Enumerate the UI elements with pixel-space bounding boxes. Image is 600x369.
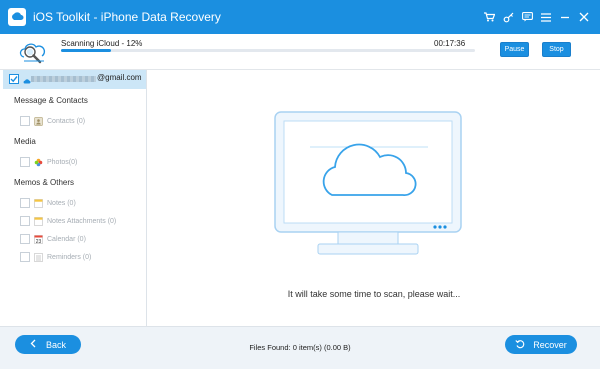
sidebar-item-calendar[interactable]: 23 Calendar (0) <box>20 233 86 245</box>
notes-checkbox[interactable] <box>20 198 30 208</box>
sidebar-item-label: Calendar (0) <box>47 235 86 243</box>
main-panel: It will take some time to scan, please w… <box>148 70 600 326</box>
cart-icon[interactable] <box>481 9 497 25</box>
calendar-checkbox[interactable] <box>20 234 30 244</box>
reminders-checkbox[interactable] <box>20 252 30 262</box>
key-icon[interactable] <box>500 9 516 25</box>
menu-icon[interactable] <box>538 9 554 25</box>
calendar-icon: 23 <box>34 234 43 245</box>
sidebar-item-contacts[interactable]: Contacts (0) <box>20 115 85 127</box>
reminders-icon <box>34 252 43 262</box>
account-checkbox[interactable] <box>9 74 19 84</box>
scan-wait-message: It will take some time to scan, please w… <box>287 289 461 299</box>
contacts-checkbox[interactable] <box>20 116 30 126</box>
cloud-scan-icon <box>18 37 48 67</box>
notes-icon <box>34 198 43 208</box>
sidebar-item-label: Notes Attachments (0) <box>47 217 117 225</box>
group-label-message-contacts: Message & Contacts <box>14 96 88 105</box>
stop-button[interactable]: Stop <box>542 42 571 57</box>
notes-attachments-icon <box>34 216 43 226</box>
account-email: @gmail.com <box>97 73 142 82</box>
recover-icon <box>515 339 525 351</box>
sidebar-item-notes-attachments[interactable]: Notes Attachments (0) <box>20 215 116 227</box>
photos-checkbox[interactable] <box>20 157 30 167</box>
sidebar-item-reminders[interactable]: Reminders (0) <box>20 251 91 263</box>
scan-progress-area: Scanning iCloud - 12% 00:17:36 Pause Sto… <box>0 34 600 70</box>
elapsed-time: 00:17:36 <box>434 39 466 48</box>
contacts-icon <box>34 116 43 126</box>
sidebar-item-label: Reminders (0) <box>47 253 92 261</box>
title-bar: iOS Toolkit - iPhone Data Recovery <box>0 0 600 34</box>
icloud-account-row[interactable]: @gmail.com <box>3 70 146 89</box>
close-icon[interactable] <box>576 9 592 25</box>
sidebar-item-label: Contacts (0) <box>47 117 86 125</box>
sidebar-item-notes[interactable]: Notes (0) <box>20 197 76 209</box>
group-label-memos-others: Memos & Others <box>14 178 75 187</box>
photos-icon <box>34 158 43 167</box>
monitor-cloud-illustration <box>274 111 464 259</box>
category-sidebar: @gmail.com Message & Contacts Contacts (… <box>0 70 147 326</box>
recover-button[interactable]: Recover <box>505 335 577 354</box>
window-title: iOS Toolkit - iPhone Data Recovery <box>33 10 221 24</box>
pause-button[interactable]: Pause <box>500 42 529 57</box>
minimize-icon[interactable] <box>557 9 573 25</box>
scan-progress-bar <box>61 49 475 52</box>
recover-button-label: Recover <box>533 339 567 350</box>
icloud-icon <box>23 75 31 87</box>
sidebar-item-label: Notes (0) <box>47 199 76 207</box>
sidebar-item-label: Photos(0) <box>47 158 78 166</box>
footer-bar: Back Files Found: 0 item(s) (0.00 B) Rec… <box>0 326 600 369</box>
sidebar-item-photos[interactable]: Photos(0) <box>20 156 77 168</box>
app-logo-icon <box>8 8 26 26</box>
scan-status-label: Scanning iCloud - 12% <box>61 39 143 48</box>
email-redacted-mask <box>31 76 96 82</box>
feedback-icon[interactable] <box>519 9 535 25</box>
scan-progress-fill <box>61 49 111 52</box>
notes-attachments-checkbox[interactable] <box>20 216 30 226</box>
svg-text:23: 23 <box>36 239 42 244</box>
group-label-media: Media <box>14 137 36 146</box>
